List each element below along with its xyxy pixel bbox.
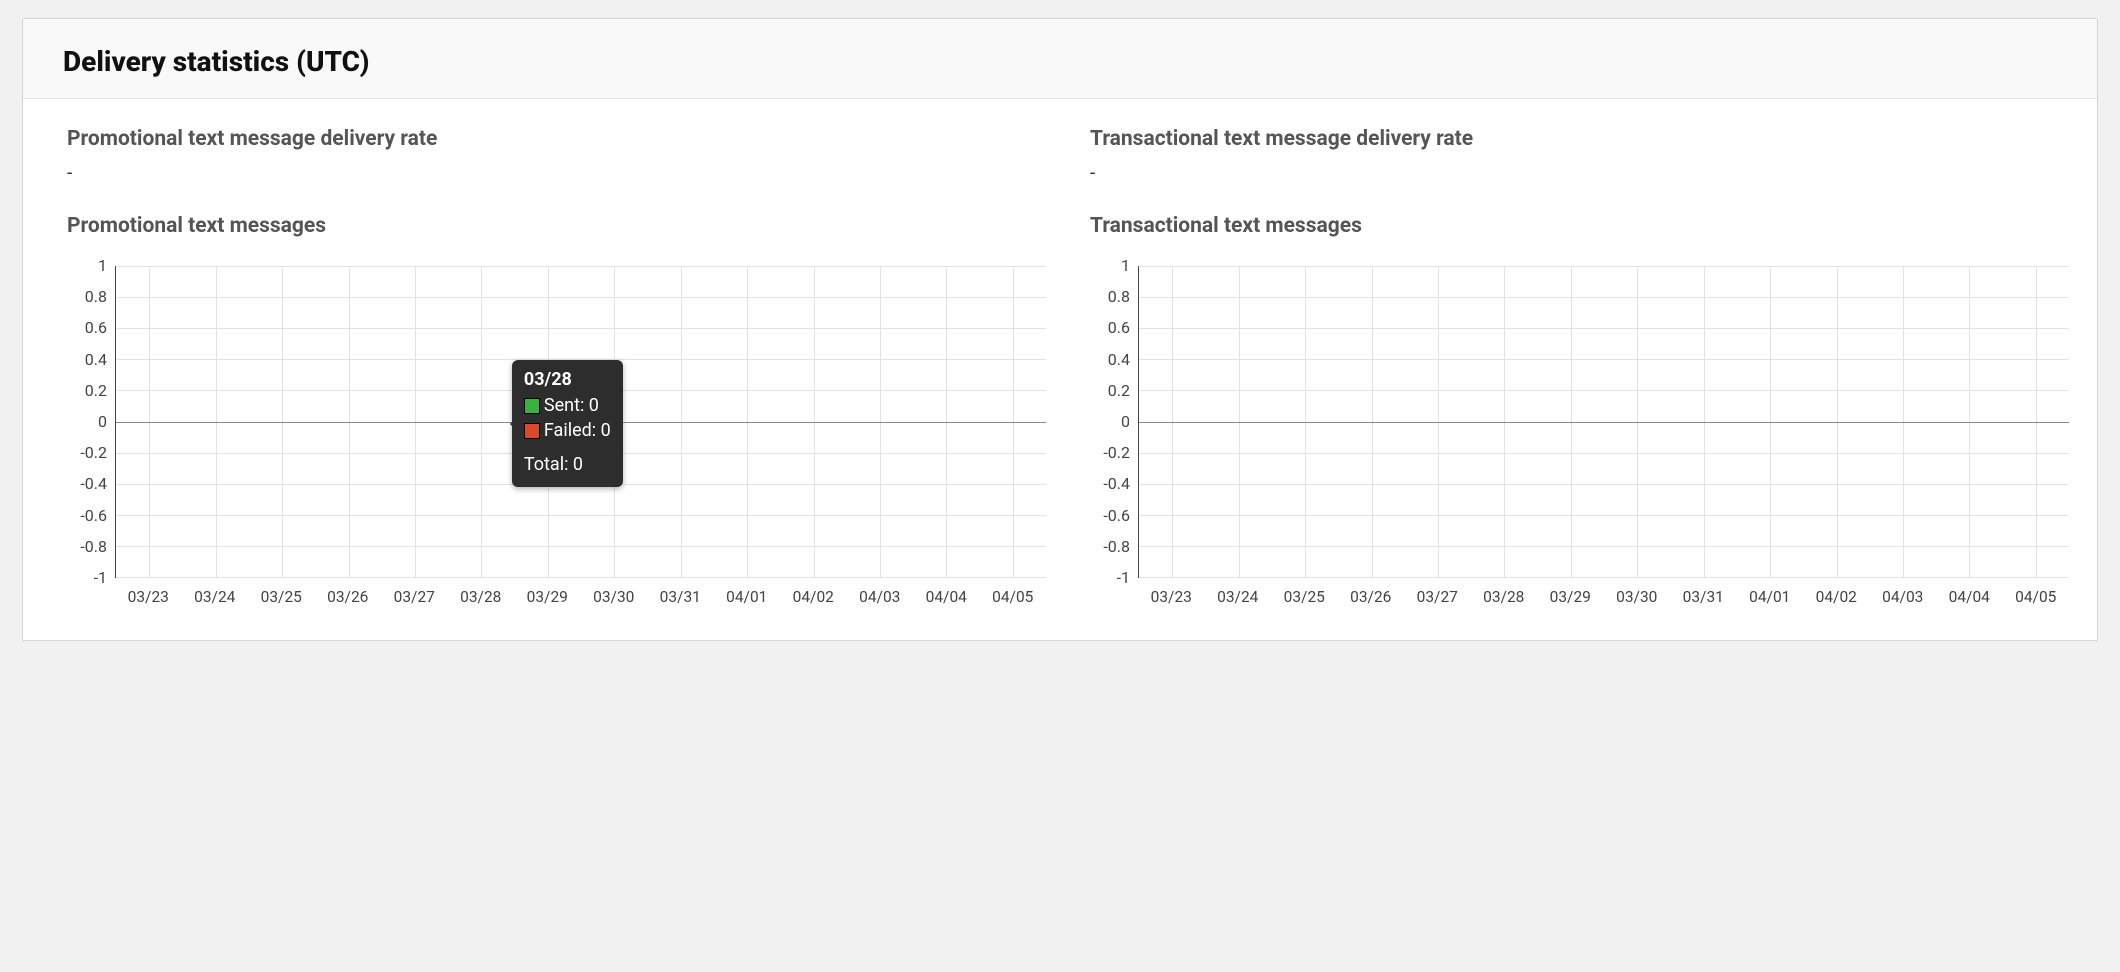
x-tick: 03/27 [1404, 588, 1471, 606]
x-axis: 03/2303/2403/2503/2603/2703/2803/2903/30… [115, 578, 1046, 606]
tooltip-sent-row: Sent: 0 [524, 394, 611, 418]
x-tick: 03/26 [1338, 588, 1405, 606]
delivery-statistics-panel: Delivery statistics (UTC) Promotional te… [22, 18, 2098, 641]
swatch-sent-icon [524, 398, 540, 414]
panel-header: Delivery statistics (UTC) [23, 19, 2097, 99]
x-tick: 04/03 [1870, 588, 1937, 606]
x-tick: 03/30 [581, 588, 648, 606]
x-tick: 04/02 [1803, 588, 1870, 606]
x-tick: 04/02 [780, 588, 847, 606]
y-axis: 10.80.60.40.20-0.2-0.4-0.6-0.8-1 [1074, 266, 1138, 578]
x-tick: 03/24 [182, 588, 249, 606]
tooltip-failed-row: Failed: 0 [524, 419, 611, 443]
x-tick: 04/01 [714, 588, 781, 606]
x-tick: 03/25 [248, 588, 315, 606]
tooltip-total: Total: 0 [524, 453, 611, 477]
plot-area[interactable] [1138, 266, 2069, 578]
x-tick: 03/27 [381, 588, 448, 606]
transactional-chart[interactable]: 10.80.60.40.20-0.2-0.4-0.6-0.8-103/2303/… [1074, 266, 2069, 606]
x-tick: 04/05 [980, 588, 1047, 606]
x-tick: 03/24 [1205, 588, 1272, 606]
x-tick: 04/01 [1737, 588, 1804, 606]
chart-tooltip: 03/28Sent: 0Failed: 0 Total: 0 [512, 360, 623, 487]
tooltip-date: 03/28 [524, 368, 611, 392]
x-tick: 04/04 [1936, 588, 2003, 606]
promotional-chart-title: Promotional text messages [67, 214, 1046, 238]
x-tick: 03/29 [514, 588, 581, 606]
x-tick: 03/30 [1604, 588, 1671, 606]
y-axis: 10.80.60.40.20-0.2-0.4-0.6-0.8-1 [51, 266, 115, 578]
x-tick: 03/31 [1670, 588, 1737, 606]
x-tick: 03/26 [315, 588, 382, 606]
x-tick: 03/23 [115, 588, 182, 606]
transactional-rate-value: - [1090, 161, 2069, 184]
swatch-failed-icon [524, 423, 540, 439]
tooltip-sent-label: Sent: 0 [544, 394, 599, 418]
panel-title: Delivery statistics (UTC) [63, 45, 2057, 78]
x-tick: 03/31 [647, 588, 714, 606]
x-tick: 03/28 [1471, 588, 1538, 606]
transactional-chart-title: Transactional text messages [1090, 214, 2069, 238]
promotional-rate-label: Promotional text message delivery rate [67, 127, 1046, 151]
promotional-chart[interactable]: 10.80.60.40.20-0.2-0.4-0.6-0.8-103/2303/… [51, 266, 1046, 606]
x-tick: 04/04 [913, 588, 980, 606]
tooltip-failed-label: Failed: 0 [544, 419, 611, 443]
promotional-column: Promotional text message delivery rate -… [51, 127, 1046, 606]
transactional-rate-label: Transactional text message delivery rate [1090, 127, 2069, 151]
x-tick: 04/05 [2003, 588, 2070, 606]
x-axis: 03/2303/2403/2503/2603/2703/2803/2903/30… [1138, 578, 2069, 606]
x-tick: 04/03 [847, 588, 914, 606]
x-tick: 03/29 [1537, 588, 1604, 606]
x-tick: 03/25 [1271, 588, 1338, 606]
transactional-column: Transactional text message delivery rate… [1074, 127, 2069, 606]
promotional-rate-value: - [67, 161, 1046, 184]
x-tick: 03/23 [1138, 588, 1205, 606]
x-tick: 03/28 [448, 588, 515, 606]
